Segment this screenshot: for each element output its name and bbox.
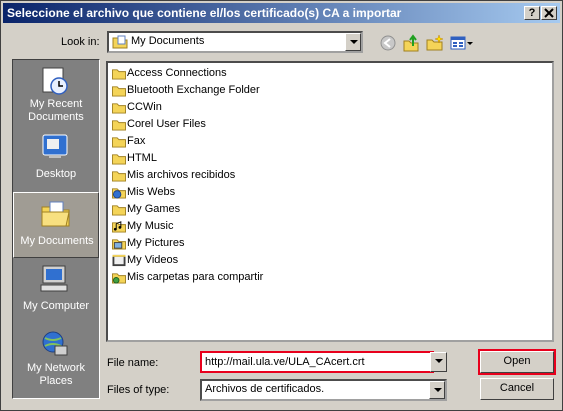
file-name-dropdown[interactable] — [430, 352, 447, 372]
up-folder-icon[interactable] — [402, 34, 420, 52]
recent-documents-icon — [42, 67, 68, 95]
list-item-name: Fax — [127, 135, 146, 147]
files-of-type-value: Archivos de certificados. — [205, 383, 325, 395]
places-bar: My Recent Documents Desktop My Documents — [12, 59, 100, 399]
new-folder-icon[interactable] — [426, 34, 444, 52]
list-item-name: Corel User Files — [127, 118, 206, 130]
file-open-dialog: Seleccione el archivo que contiene el/lo… — [0, 0, 563, 411]
list-item-name: Bluetooth Exchange Folder — [127, 84, 260, 96]
music-folder-icon — [112, 221, 126, 233]
my-documents-icon — [41, 201, 70, 227]
web-folder-icon — [112, 188, 126, 199]
network-places-icon — [42, 331, 68, 356]
list-item-name: My Music — [127, 220, 174, 232]
desktop-icon — [42, 134, 68, 158]
folder-icon — [112, 103, 126, 114]
place-label: My Documents — [20, 235, 94, 247]
list-item-name: HTML — [127, 152, 157, 164]
place-desktop[interactable]: Desktop — [13, 126, 99, 192]
place-my-computer[interactable]: My Computer — [13, 258, 99, 324]
pictures-folder-icon — [112, 239, 126, 250]
folder-icon — [112, 120, 126, 131]
shared-folder-icon — [112, 273, 126, 284]
list-item-name: My Pictures — [127, 237, 185, 249]
list-item-name: My Games — [127, 203, 181, 215]
place-label: My Computer — [22, 300, 90, 312]
my-computer-icon — [40, 265, 68, 292]
files-of-type-label: Files of type: — [107, 384, 170, 396]
list-item-name: Mis archivos recibidos — [127, 169, 236, 181]
look-in-label: Look in: — [61, 36, 100, 48]
title-bar[interactable]: Seleccione el archivo que contiene el/lo… — [3, 3, 560, 23]
list-item-name: Access Connections — [127, 67, 227, 79]
my-documents-small-icon — [112, 35, 128, 49]
place-label: Desktop — [35, 168, 77, 180]
file-name-value: http://mail.ula.ve/ULA_CAcert.crt — [205, 356, 365, 368]
videos-folder-icon — [112, 254, 126, 267]
cancel-button[interactable]: Cancel — [480, 378, 554, 400]
folder-icon — [112, 171, 126, 182]
folder-icon — [112, 69, 126, 80]
chevron-down-icon[interactable] — [429, 381, 445, 399]
place-label: My Recent Documents — [28, 98, 84, 123]
place-my-recent-documents[interactable]: My Recent Documents — [13, 60, 99, 126]
file-list[interactable]: Access Connections Bluetooth Exchange Fol… — [106, 61, 554, 342]
place-my-documents[interactable]: My Documents — [13, 192, 99, 258]
open-button[interactable]: Open — [478, 349, 556, 375]
file-name-label: File name: — [107, 357, 159, 369]
place-label: My Network Places — [26, 362, 86, 387]
chevron-down-icon[interactable] — [345, 33, 361, 51]
list-item-name: Mis Webs — [127, 186, 176, 198]
folder-icon — [112, 154, 126, 165]
folder-icon — [112, 86, 126, 97]
back-icon[interactable] — [379, 34, 397, 52]
folder-icon — [112, 137, 126, 148]
list-item-name: CCWin — [127, 101, 162, 113]
views-menu-icon[interactable] — [450, 34, 474, 52]
list-item-name: Mis carpetas para compartir — [127, 271, 264, 283]
help-button[interactable]: ? — [524, 6, 540, 20]
close-button[interactable] — [541, 6, 557, 20]
folder-icon — [112, 205, 126, 216]
list-item-name: My Videos — [127, 254, 179, 266]
file-name-input[interactable]: http://mail.ula.ve/ULA_CAcert.crt — [200, 351, 434, 373]
place-my-network-places[interactable]: My Network Places — [13, 324, 99, 390]
look-in-dropdown[interactable]: My Documents — [107, 31, 363, 53]
dialog-title: Seleccione el archivo que contiene el/lo… — [7, 6, 402, 20]
look-in-value: My Documents — [131, 35, 205, 47]
close-icon — [544, 8, 554, 18]
chevron-down-icon[interactable] — [430, 352, 447, 372]
files-of-type-dropdown[interactable]: Archivos de certificados. — [200, 379, 447, 401]
